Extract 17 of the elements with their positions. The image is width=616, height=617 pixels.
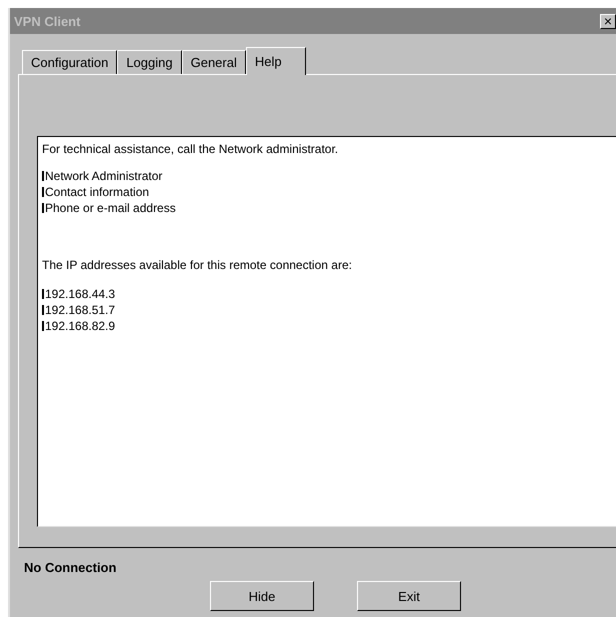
dialog-button[interactable]: Exit <box>357 581 461 611</box>
contact-text: Network Administrator <box>45 168 162 184</box>
ip-address: 192.168.51.7 <box>45 302 116 318</box>
tab[interactable]: Logging <box>117 50 182 74</box>
contact-text: Contact information <box>45 184 150 200</box>
ip-address: 192.168.44.3 <box>45 286 116 302</box>
tab[interactable]: Help <box>246 47 306 75</box>
close-button[interactable]: × <box>600 14 616 28</box>
help-text: For technical assistance, call the Network administrator. <box>42 141 340 157</box>
connection-status: No Connection <box>24 560 116 575</box>
tab[interactable]: Configuration <box>22 50 118 74</box>
ip-address: 192.168.82.9 <box>45 318 116 334</box>
help-text: The IP addresses available for this remote connection are: <box>42 257 353 273</box>
tab[interactable]: General <box>182 50 246 74</box>
contact-text: Phone or e-mail address <box>45 200 176 216</box>
window-title: VPN Client <box>14 14 80 28</box>
dialog-button[interactable]: Hide <box>210 581 314 611</box>
